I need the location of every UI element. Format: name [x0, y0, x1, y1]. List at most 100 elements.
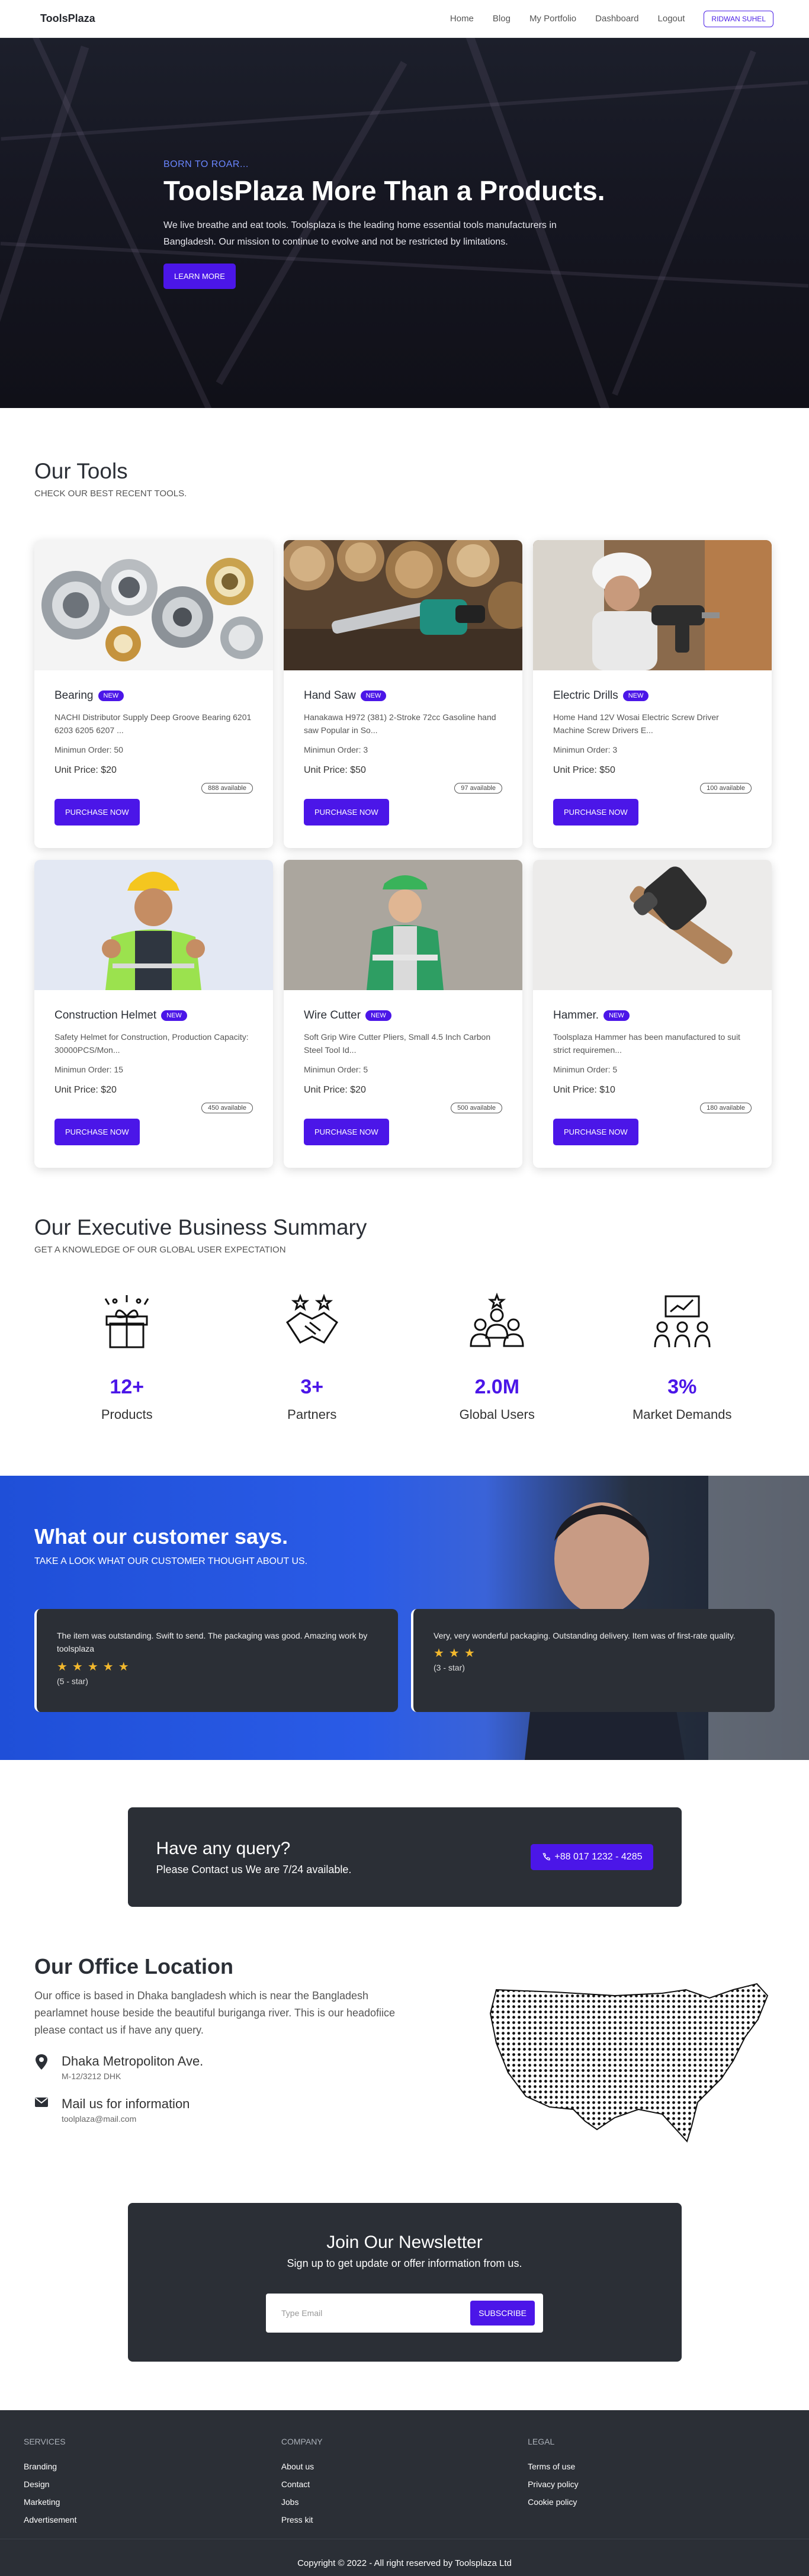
electric-drill-image: [533, 540, 772, 670]
bearing-image: [34, 540, 273, 670]
tool-description: Soft Grip Wire Cutter Pliers, Small 4.5 …: [304, 1032, 491, 1055]
tool-description: Safety Helmet for Construction, Producti…: [54, 1032, 249, 1055]
phone-number: +88 017 1232 - 4285: [554, 1852, 643, 1862]
footer-link-about[interactable]: About us: [281, 2462, 528, 2471]
office-text: Our office is based in Dhaka bangladesh …: [34, 1990, 396, 2036]
footer-link-contact[interactable]: Contact: [281, 2479, 528, 2489]
tool-price: Unit Price: $20: [54, 1085, 117, 1095]
stat-value: 2.0M: [474, 1376, 520, 1398]
footer-heading: SERVICES: [24, 2437, 66, 2446]
purchase-button[interactable]: PURCHASE NOW: [304, 1119, 389, 1145]
tool-name: Construction Helmet: [54, 1009, 157, 1022]
footer-link-marketing[interactable]: Marketing: [24, 2497, 281, 2507]
handshake-icon: [220, 1293, 405, 1352]
purchase-button[interactable]: PURCHASE NOW: [54, 799, 140, 826]
stat-item: 2.0M Global Users: [404, 1293, 590, 1422]
review-text: Very, very wonderful packaging. Outstand…: [434, 1631, 736, 1640]
footer: SERVICES Branding Design Marketing Adver…: [0, 2410, 809, 2576]
purchase-button[interactable]: PURCHASE NOW: [553, 799, 638, 826]
reviews-row: The item was outstanding. Swift to send.…: [34, 1609, 775, 1712]
footer-link-privacy[interactable]: Privacy policy: [528, 2479, 785, 2489]
new-badge: NEW: [365, 1010, 391, 1021]
tool-price: Unit Price: $50: [304, 765, 366, 775]
tool-card: Hammer. NEW Toolsplaza Hammer has been ma…: [533, 860, 772, 1168]
hero-bg-beam: [0, 46, 89, 400]
tools-subtitle: CHECK OUR BEST RECENT TOOLS.: [34, 489, 187, 499]
address-main: Dhaka Metropoliton Ave.: [62, 2054, 204, 2069]
newsletter-form: SUBSCRIBE: [266, 2294, 543, 2333]
nav-link-home[interactable]: Home: [450, 14, 474, 24]
available-badge: 100 available: [700, 783, 752, 794]
review-rating: (5 - star): [57, 1676, 88, 1686]
newsletter-title: Join Our Newsletter: [326, 2233, 483, 2252]
tool-name: Bearing: [54, 689, 94, 702]
hero-eyebrow: BORN TO ROAR...: [163, 159, 249, 169]
tools-grid: Bearing NEW NACHI Distributor Supply Deep…: [34, 540, 775, 1168]
footer-link-branding[interactable]: Branding: [24, 2462, 281, 2471]
learn-more-button[interactable]: LEARN MORE: [163, 264, 236, 289]
tool-card: Bearing NEW NACHI Distributor Supply Deep…: [34, 540, 273, 848]
testimonials-subtitle: TAKE A LOOK WHAT OUR CUSTOMER THOUGHT AB…: [34, 1556, 308, 1566]
query-title: Have any query?: [156, 1838, 291, 1858]
footer-link-cookie[interactable]: Cookie policy: [528, 2497, 785, 2507]
construction-helmet-image: [34, 860, 273, 990]
tool-price: Unit Price: $10: [553, 1085, 615, 1095]
footer-heading: LEGAL: [528, 2437, 555, 2446]
nav-link-portfolio[interactable]: My Portfolio: [529, 14, 576, 24]
email-input[interactable]: [281, 2308, 459, 2318]
footer-link-advertisement[interactable]: Advertisement: [24, 2515, 281, 2524]
brand-logo[interactable]: ToolsPlaza: [40, 12, 95, 25]
gift-box-icon: [34, 1293, 220, 1352]
footer-link-terms[interactable]: Terms of use: [528, 2462, 785, 2471]
new-badge: NEW: [161, 1010, 187, 1021]
footer-link-design[interactable]: Design: [24, 2479, 281, 2489]
nav-link-logout[interactable]: Logout: [658, 14, 685, 24]
testimonials-section: What our customer says. TAKE A LOOK WHAT…: [0, 1476, 809, 1760]
usa-map-icon: [489, 1983, 769, 2143]
query-subtitle: Please Contact us We are 7/24 available.: [156, 1863, 352, 1875]
stat-item: 12+ Products: [34, 1293, 220, 1422]
newsletter-subtitle: Sign up to get update or offer informati…: [287, 2257, 522, 2269]
top-navbar: ToolsPlaza Home Blog My Portfolio Dashbo…: [0, 0, 809, 38]
footer-link-press-kit[interactable]: Press kit: [281, 2515, 528, 2524]
testimonials-title: What our customer says.: [34, 1524, 288, 1549]
tool-name: Electric Drills: [553, 689, 618, 702]
wire-cutter-image: [284, 860, 522, 990]
tool-name: Wire Cutter: [304, 1009, 361, 1022]
tool-price: Unit Price: $20: [54, 765, 117, 775]
tool-description: NACHI Distributor Supply Deep Groove Bea…: [54, 712, 252, 735]
tool-card: Hand Saw NEW Hanakawa H972 (381) 2-Stroke…: [284, 540, 522, 848]
purchase-button[interactable]: PURCHASE NOW: [553, 1119, 638, 1145]
nav-link-dashboard[interactable]: Dashboard: [595, 14, 638, 24]
mail-address[interactable]: toolplaza@mail.com: [62, 2114, 190, 2124]
stats-row: 12+ Products 3+ Partners 2.0M Global Use…: [34, 1293, 775, 1422]
hero-content: BORN TO ROAR... ToolsPlaza More Than a P…: [163, 159, 637, 289]
summary-subtitle: GET A KNOWLEDGE OF OUR GLOBAL USER EXPEC…: [34, 1245, 286, 1255]
available-badge: 180 available: [700, 1103, 752, 1113]
tool-card: Wire Cutter NEW Soft Grip Wire Cutter Pli…: [284, 860, 522, 1168]
summary-title: Our Executive Business Summary: [34, 1215, 367, 1239]
user-button[interactable]: RIDWAN SUHEL: [704, 10, 773, 27]
tool-name: Hand Saw: [304, 689, 356, 702]
business-summary-section: Our Executive Business Summary GET A KNO…: [0, 1168, 809, 1422]
stat-value: 3%: [667, 1376, 697, 1398]
footer-link-jobs[interactable]: Jobs: [281, 2497, 528, 2507]
purchase-button[interactable]: PURCHASE NOW: [304, 799, 389, 826]
tools-title: Our Tools: [34, 459, 128, 483]
nav-link-blog[interactable]: Blog: [493, 14, 511, 24]
phone-icon: [542, 1853, 551, 1861]
stat-value: 3+: [300, 1376, 324, 1398]
newsletter-section: Join Our Newsletter Sign up to get updat…: [127, 2203, 682, 2362]
call-button[interactable]: +88 017 1232 - 4285: [531, 1844, 653, 1870]
nav-menu: Home Blog My Portfolio Dashboard Logout …: [450, 10, 773, 27]
footer-heading: COMPANY: [281, 2437, 323, 2446]
footer-legal: LEGAL Terms of use Privacy policy Cookie…: [528, 2437, 785, 2533]
star-rating-icon: ★★★★★: [57, 1660, 134, 1674]
tool-min-order: Minimun Order: 5: [304, 1065, 368, 1074]
purchase-button[interactable]: PURCHASE NOW: [54, 1119, 140, 1145]
available-badge: 500 available: [451, 1103, 502, 1113]
subscribe-button[interactable]: SUBSCRIBE: [470, 2301, 535, 2326]
tool-min-order: Minimun Order: 3: [304, 745, 368, 754]
hero-bg-beam: [1, 81, 808, 141]
mail-main: Mail us for information: [62, 2096, 190, 2112]
